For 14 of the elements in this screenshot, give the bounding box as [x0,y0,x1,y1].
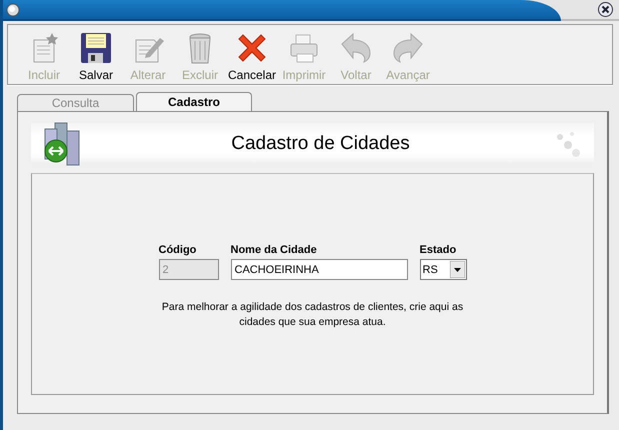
close-icon[interactable] [598,2,613,17]
field-label: Nome da Cidade [230,244,318,256]
window-menu-icon[interactable] [6,2,20,16]
field-label: Estado [420,244,458,256]
hint-text: Para melhorar a agilidade dos cadastros de clientes, crie aqui as cidades que sua empresa atua. [160,300,464,330]
tab[interactable]: Cadastro [136,92,252,111]
select-field[interactable]: RS [420,259,466,280]
dropdown-arrow-icon [450,261,464,278]
field-label: Código [158,244,198,256]
tab[interactable]: Consulta [17,94,134,111]
toolbar-button[interactable]: Salvar [70,30,122,82]
toolbar-button[interactable]: Cancelar [226,30,278,82]
input-field[interactable]: CACHOEIRINHA [230,259,408,280]
header-title: Cadastro de Cidades [230,133,411,155]
